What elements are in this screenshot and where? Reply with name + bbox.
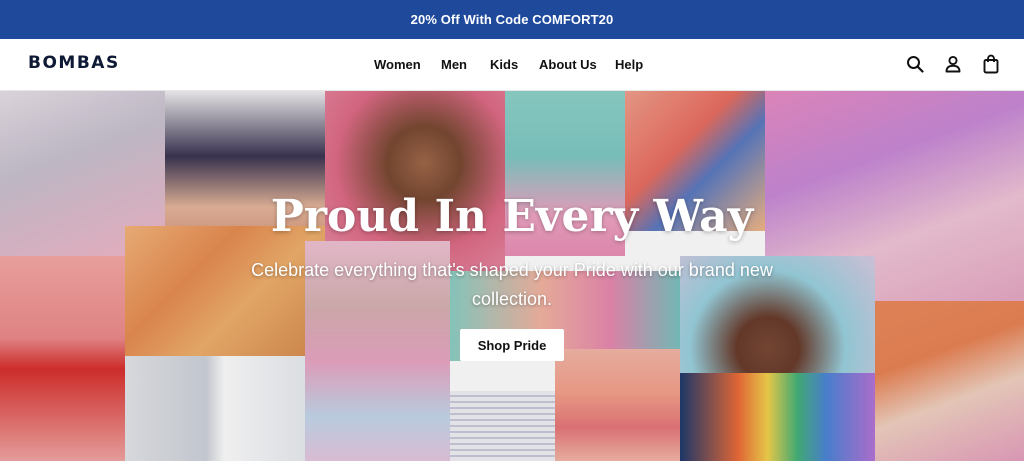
main-nav: Women Men Kids About Us Help <box>374 57 655 73</box>
nav-men[interactable]: Men <box>441 57 490 73</box>
brand-logo[interactable]: BOMBAS <box>28 53 120 73</box>
hero-banner: Proud In Every Way Celebrate everything … <box>0 91 1024 461</box>
site-header: BOMBAS Women Men Kids About Us Help <box>0 39 1024 91</box>
nav-about-us[interactable]: About Us <box>539 57 615 73</box>
hero-title: Proud In Every Way <box>270 191 754 242</box>
promo-banner[interactable]: 20% Off With Code COMFORT20 <box>0 0 1024 39</box>
shop-pride-button[interactable]: Shop Pride <box>460 329 564 361</box>
hero-subtitle: Celebrate everything that's shaped your … <box>251 260 773 309</box>
nav-help[interactable]: Help <box>615 57 655 73</box>
nav-kids[interactable]: Kids <box>490 57 539 73</box>
account-icon[interactable] <box>942 53 964 75</box>
promo-text: 20% Off With Code COMFORT20 <box>410 12 614 27</box>
search-icon[interactable] <box>904 53 926 75</box>
cart-icon[interactable] <box>980 53 1002 75</box>
nav-women[interactable]: Women <box>374 57 441 73</box>
header-actions <box>904 53 1002 75</box>
